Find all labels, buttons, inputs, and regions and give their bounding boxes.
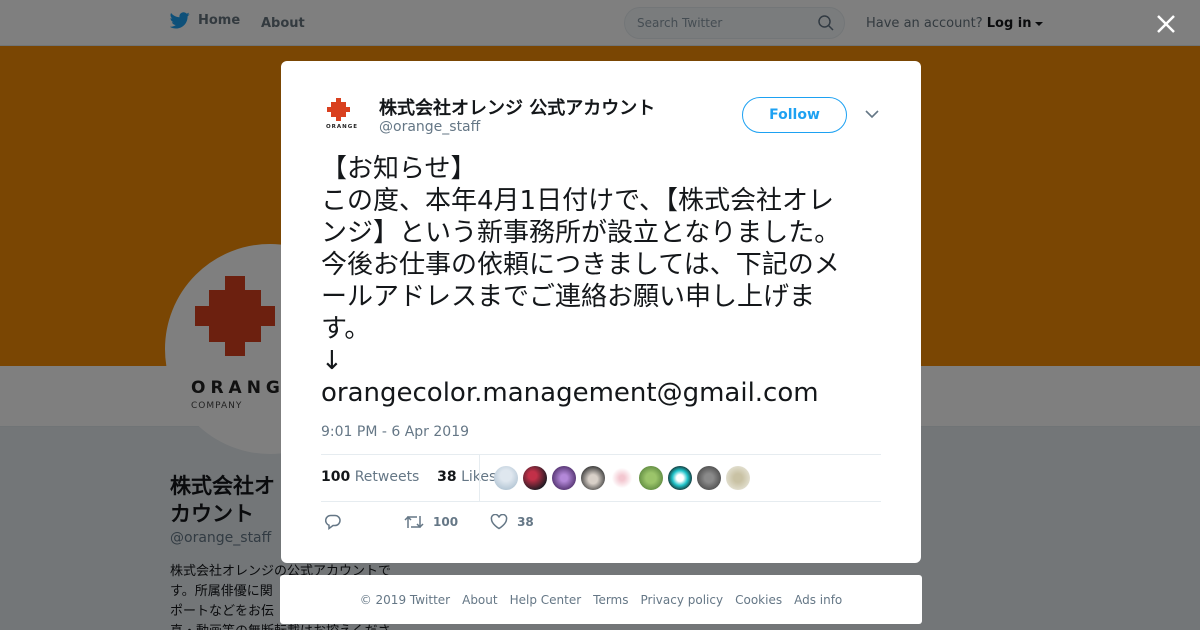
author-name[interactable]: 株式会社オレンジ 公式アカウント xyxy=(379,94,655,120)
liker-avatar[interactable] xyxy=(494,466,518,490)
retweet-stat[interactable]: 100 Retweets xyxy=(321,469,419,485)
footer-link-privacy[interactable]: Privacy policy xyxy=(641,593,724,607)
footer-link-terms[interactable]: Terms xyxy=(593,593,628,607)
tweet-stats: 100 Retweets 38 Likes xyxy=(321,469,496,485)
reply-icon[interactable] xyxy=(324,513,342,531)
liker-avatar[interactable] xyxy=(610,466,634,490)
retweet-label: Retweets xyxy=(354,469,420,485)
footer-link-ads-info[interactable]: Ads info xyxy=(794,593,842,607)
like-count: 38 xyxy=(437,469,457,485)
tweet-text-line: この度、本年4月1日付けで、【株式会社オレ xyxy=(321,186,835,216)
svg-text:ORANGE: ORANGE xyxy=(326,124,358,130)
chevron-down-icon[interactable] xyxy=(865,109,879,119)
tweet-email-link[interactable]: orangecolor.management@gmail.com xyxy=(321,377,881,409)
divider xyxy=(321,501,881,502)
orange-logo-small: ORANGE xyxy=(326,98,358,130)
tweet-text-line: ールアドレスまでご連絡お願い申し上げま xyxy=(321,282,816,312)
tweet-modal: ORANGE 株式会社オレンジ 公式アカウント @orange_staff Fo… xyxy=(281,61,921,563)
author-handle[interactable]: @orange_staff xyxy=(379,119,480,135)
author-avatar[interactable]: ORANGE xyxy=(321,94,369,142)
tweet-text-line: ンジ】という新事務所が設立となりました。 xyxy=(321,218,841,248)
retweet-icon[interactable] xyxy=(404,514,424,530)
retweet-action-count[interactable]: 100 xyxy=(433,515,458,529)
divider xyxy=(479,455,480,501)
liker-avatar[interactable] xyxy=(581,466,605,490)
close-icon[interactable] xyxy=(1152,10,1180,38)
tweet-text-line: 今後お仕事の依頼につきましては、下記のメ xyxy=(321,250,840,280)
footer-links: © 2019 Twitter About Help Center Terms P… xyxy=(280,575,922,624)
tweet-text-line: 【お知らせ】 xyxy=(321,154,477,184)
like-icon[interactable] xyxy=(490,514,508,530)
like-stat[interactable]: 38 Likes xyxy=(437,469,496,485)
like-action-count[interactable]: 38 xyxy=(517,515,534,529)
tweet-text-line: す。 xyxy=(321,314,371,344)
liker-avatar[interactable] xyxy=(552,466,576,490)
retweet-count: 100 xyxy=(321,469,351,485)
liker-avatar[interactable] xyxy=(523,466,547,490)
footer-copyright: © 2019 Twitter xyxy=(359,592,451,607)
divider xyxy=(321,454,881,455)
tweet-text-line: ↓ xyxy=(321,346,343,376)
footer-link-help-center[interactable]: Help Center xyxy=(510,593,582,607)
footer-link-about[interactable]: About xyxy=(462,593,497,607)
footer-link-cookies[interactable]: Cookies xyxy=(735,593,782,607)
liker-avatar[interactable] xyxy=(639,466,663,490)
liker-avatar[interactable] xyxy=(697,466,721,490)
follow-button[interactable]: Follow xyxy=(742,97,847,133)
liker-avatars xyxy=(494,466,750,490)
tweet-timestamp[interactable]: 9:01 PM - 6 Apr 2019 xyxy=(321,424,469,440)
tweet-text: 【お知らせ】 この度、本年4月1日付けで、【株式会社オレ ンジ】という新事務所が… xyxy=(321,153,881,409)
liker-avatar[interactable] xyxy=(726,466,750,490)
tweet-actions: 100 38 xyxy=(321,513,534,531)
liker-avatar[interactable] xyxy=(668,466,692,490)
